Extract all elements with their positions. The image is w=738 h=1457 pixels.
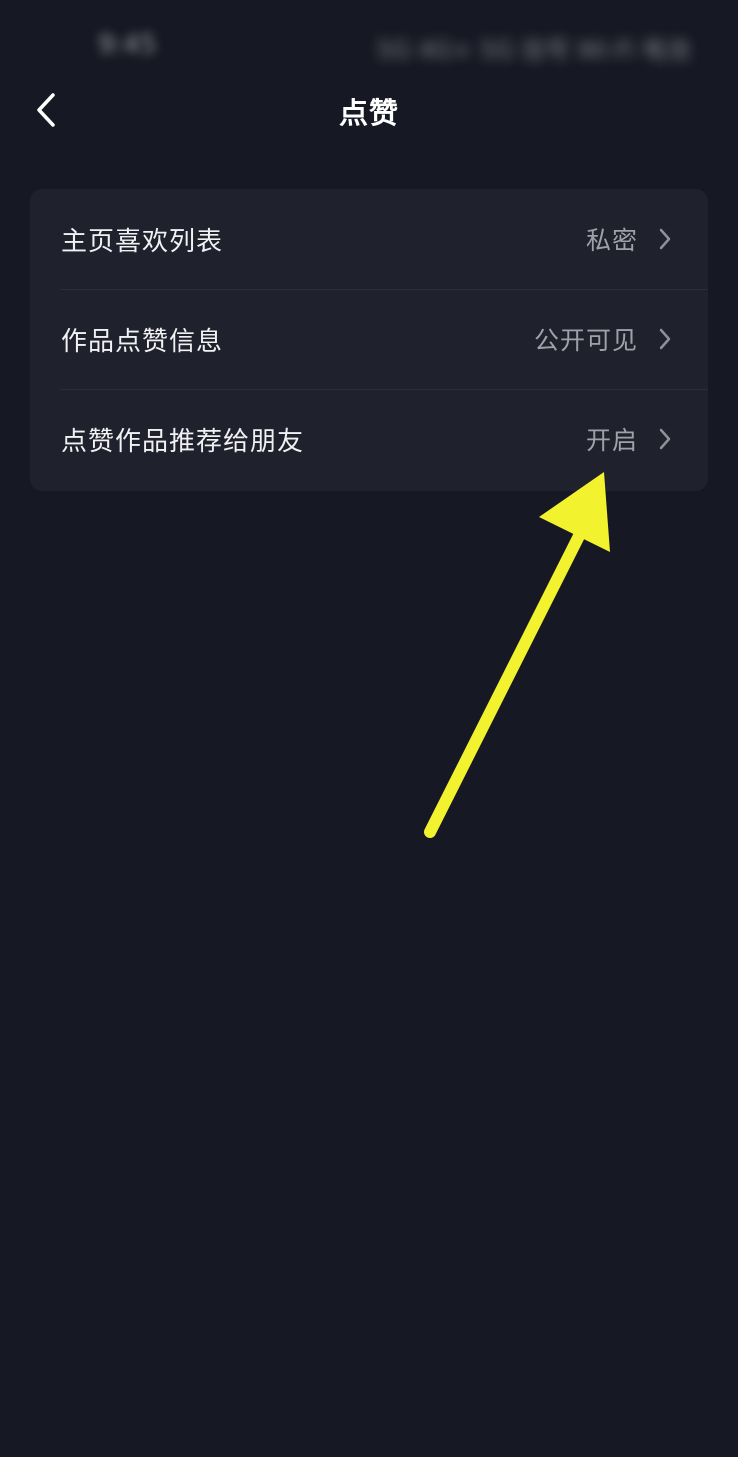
setting-row-recommend-liked-works[interactable]: 点赞作品推荐给朋友 开启 [30,389,708,489]
page-title: 点赞 [338,96,399,130]
chevron-right-icon [658,227,672,251]
chevron-right-icon [658,427,672,451]
setting-label: 点赞作品推荐给朋友 [61,426,305,457]
setting-value: 私密 [585,226,638,255]
setting-row-homepage-likes-list[interactable]: 主页喜欢列表 私密 [30,189,708,289]
status-time: 9:45 [98,30,157,60]
setting-label: 主页喜欢列表 [61,226,224,257]
nav-bar: 点赞 [0,80,738,140]
status-indicators: 5G 4G+ 5G 信号 Wi-Fi 电池 [376,36,690,64]
setting-row-work-like-info[interactable]: 作品点赞信息 公开可见 [30,289,708,389]
setting-label: 作品点赞信息 [61,326,224,357]
setting-value: 开启 [585,426,638,455]
status-bar: 9:45 5G 4G+ 5G 信号 Wi-Fi 电池 [0,0,738,80]
setting-value: 公开可见 [533,326,638,355]
chevron-right-icon [658,327,672,351]
settings-card: 主页喜欢列表 私密 作品点赞信息 公开可见 点赞作品推荐给朋友 开启 [30,189,708,491]
